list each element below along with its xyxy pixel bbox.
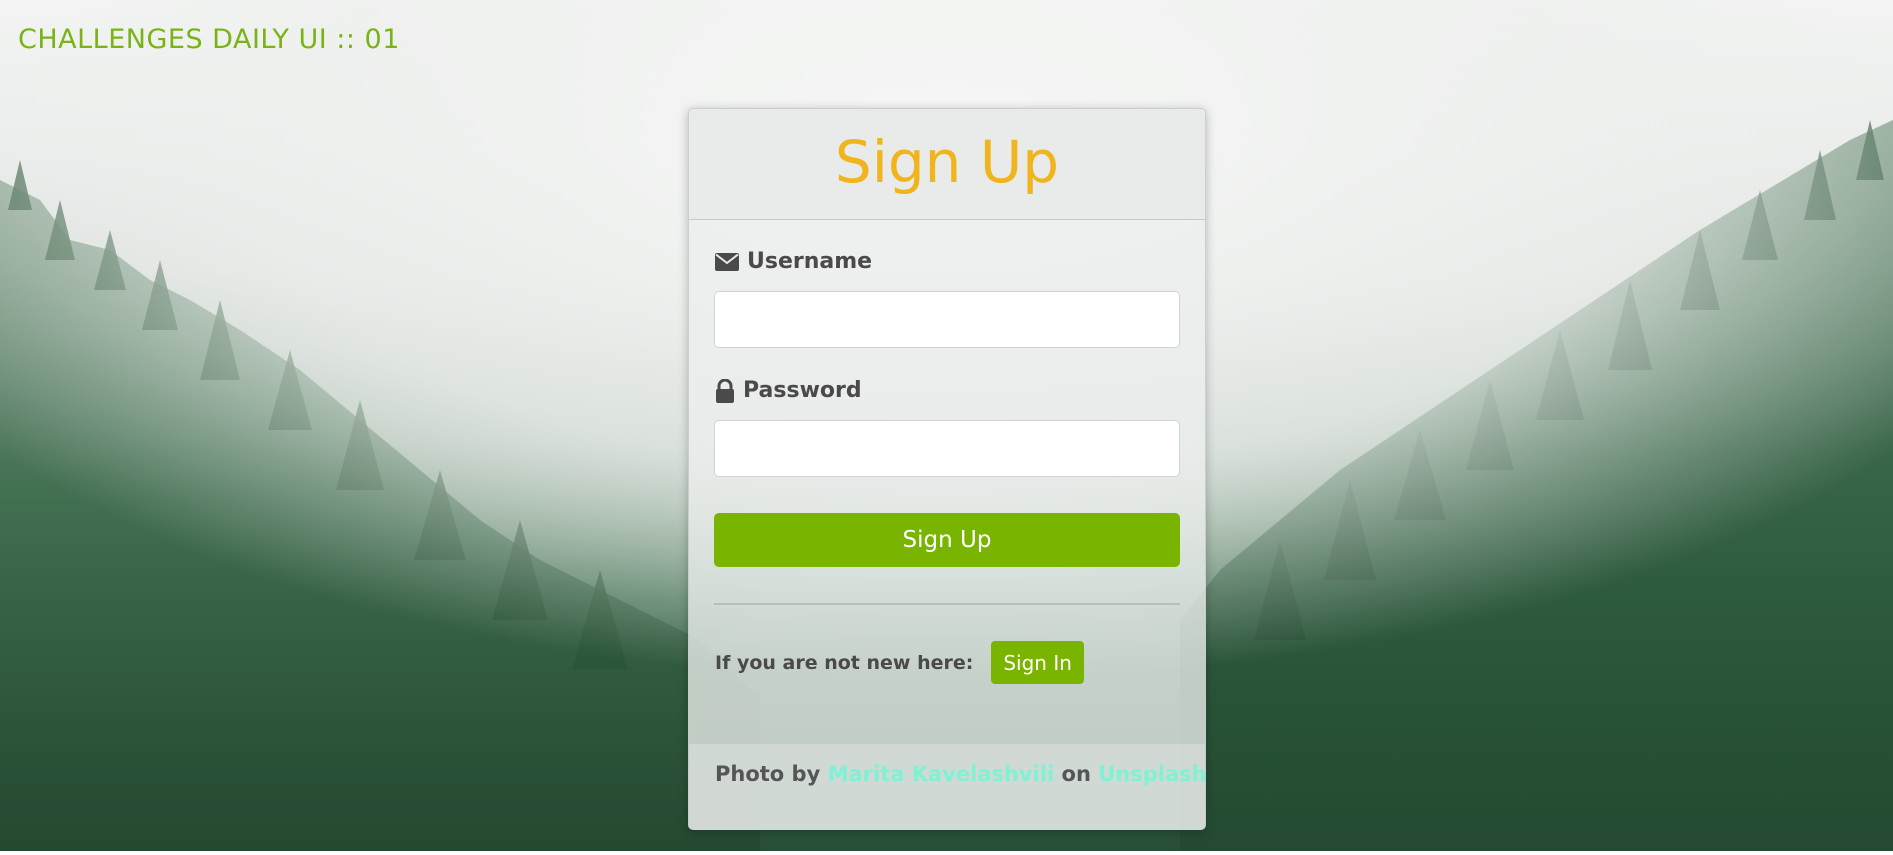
username-input[interactable]	[714, 291, 1180, 348]
credit-source-link[interactable]: Unsplash	[1098, 762, 1206, 786]
app-title: CHALLENGES DAILY UI :: 01	[18, 24, 400, 55]
password-label-text: Password	[743, 378, 862, 403]
photo-credit: Photo by Marita Kavelashvili on Unsplash	[715, 762, 1207, 786]
signup-button[interactable]: Sign Up	[714, 513, 1180, 567]
password-label: Password	[715, 378, 862, 403]
card-header: Sign Up	[689, 109, 1205, 220]
divider	[714, 603, 1180, 605]
password-input[interactable]	[714, 420, 1180, 477]
username-label-text: Username	[747, 249, 873, 274]
credit-middle: on	[1061, 762, 1091, 786]
signin-prompt: If you are not new here:	[715, 651, 974, 674]
username-label: Username	[715, 249, 872, 274]
signup-card: Sign Up Username Password Sign Up If you…	[688, 108, 1207, 830]
card-title: Sign Up	[834, 128, 1060, 196]
bottom-strip	[0, 851, 1893, 855]
card-footer: Photo by Marita Kavelashvili on Unsplash	[689, 743, 1207, 830]
envelope-icon	[715, 252, 739, 271]
credit-prefix: Photo by	[715, 762, 821, 786]
lock-icon	[715, 378, 735, 403]
credit-author-link[interactable]: Marita Kavelashvili	[828, 762, 1055, 786]
page: CHALLENGES DAILY UI :: 01 Sign Up Userna…	[0, 0, 1893, 855]
signin-row: If you are not new here: Sign In	[715, 641, 1084, 684]
signin-button[interactable]: Sign In	[991, 641, 1084, 684]
